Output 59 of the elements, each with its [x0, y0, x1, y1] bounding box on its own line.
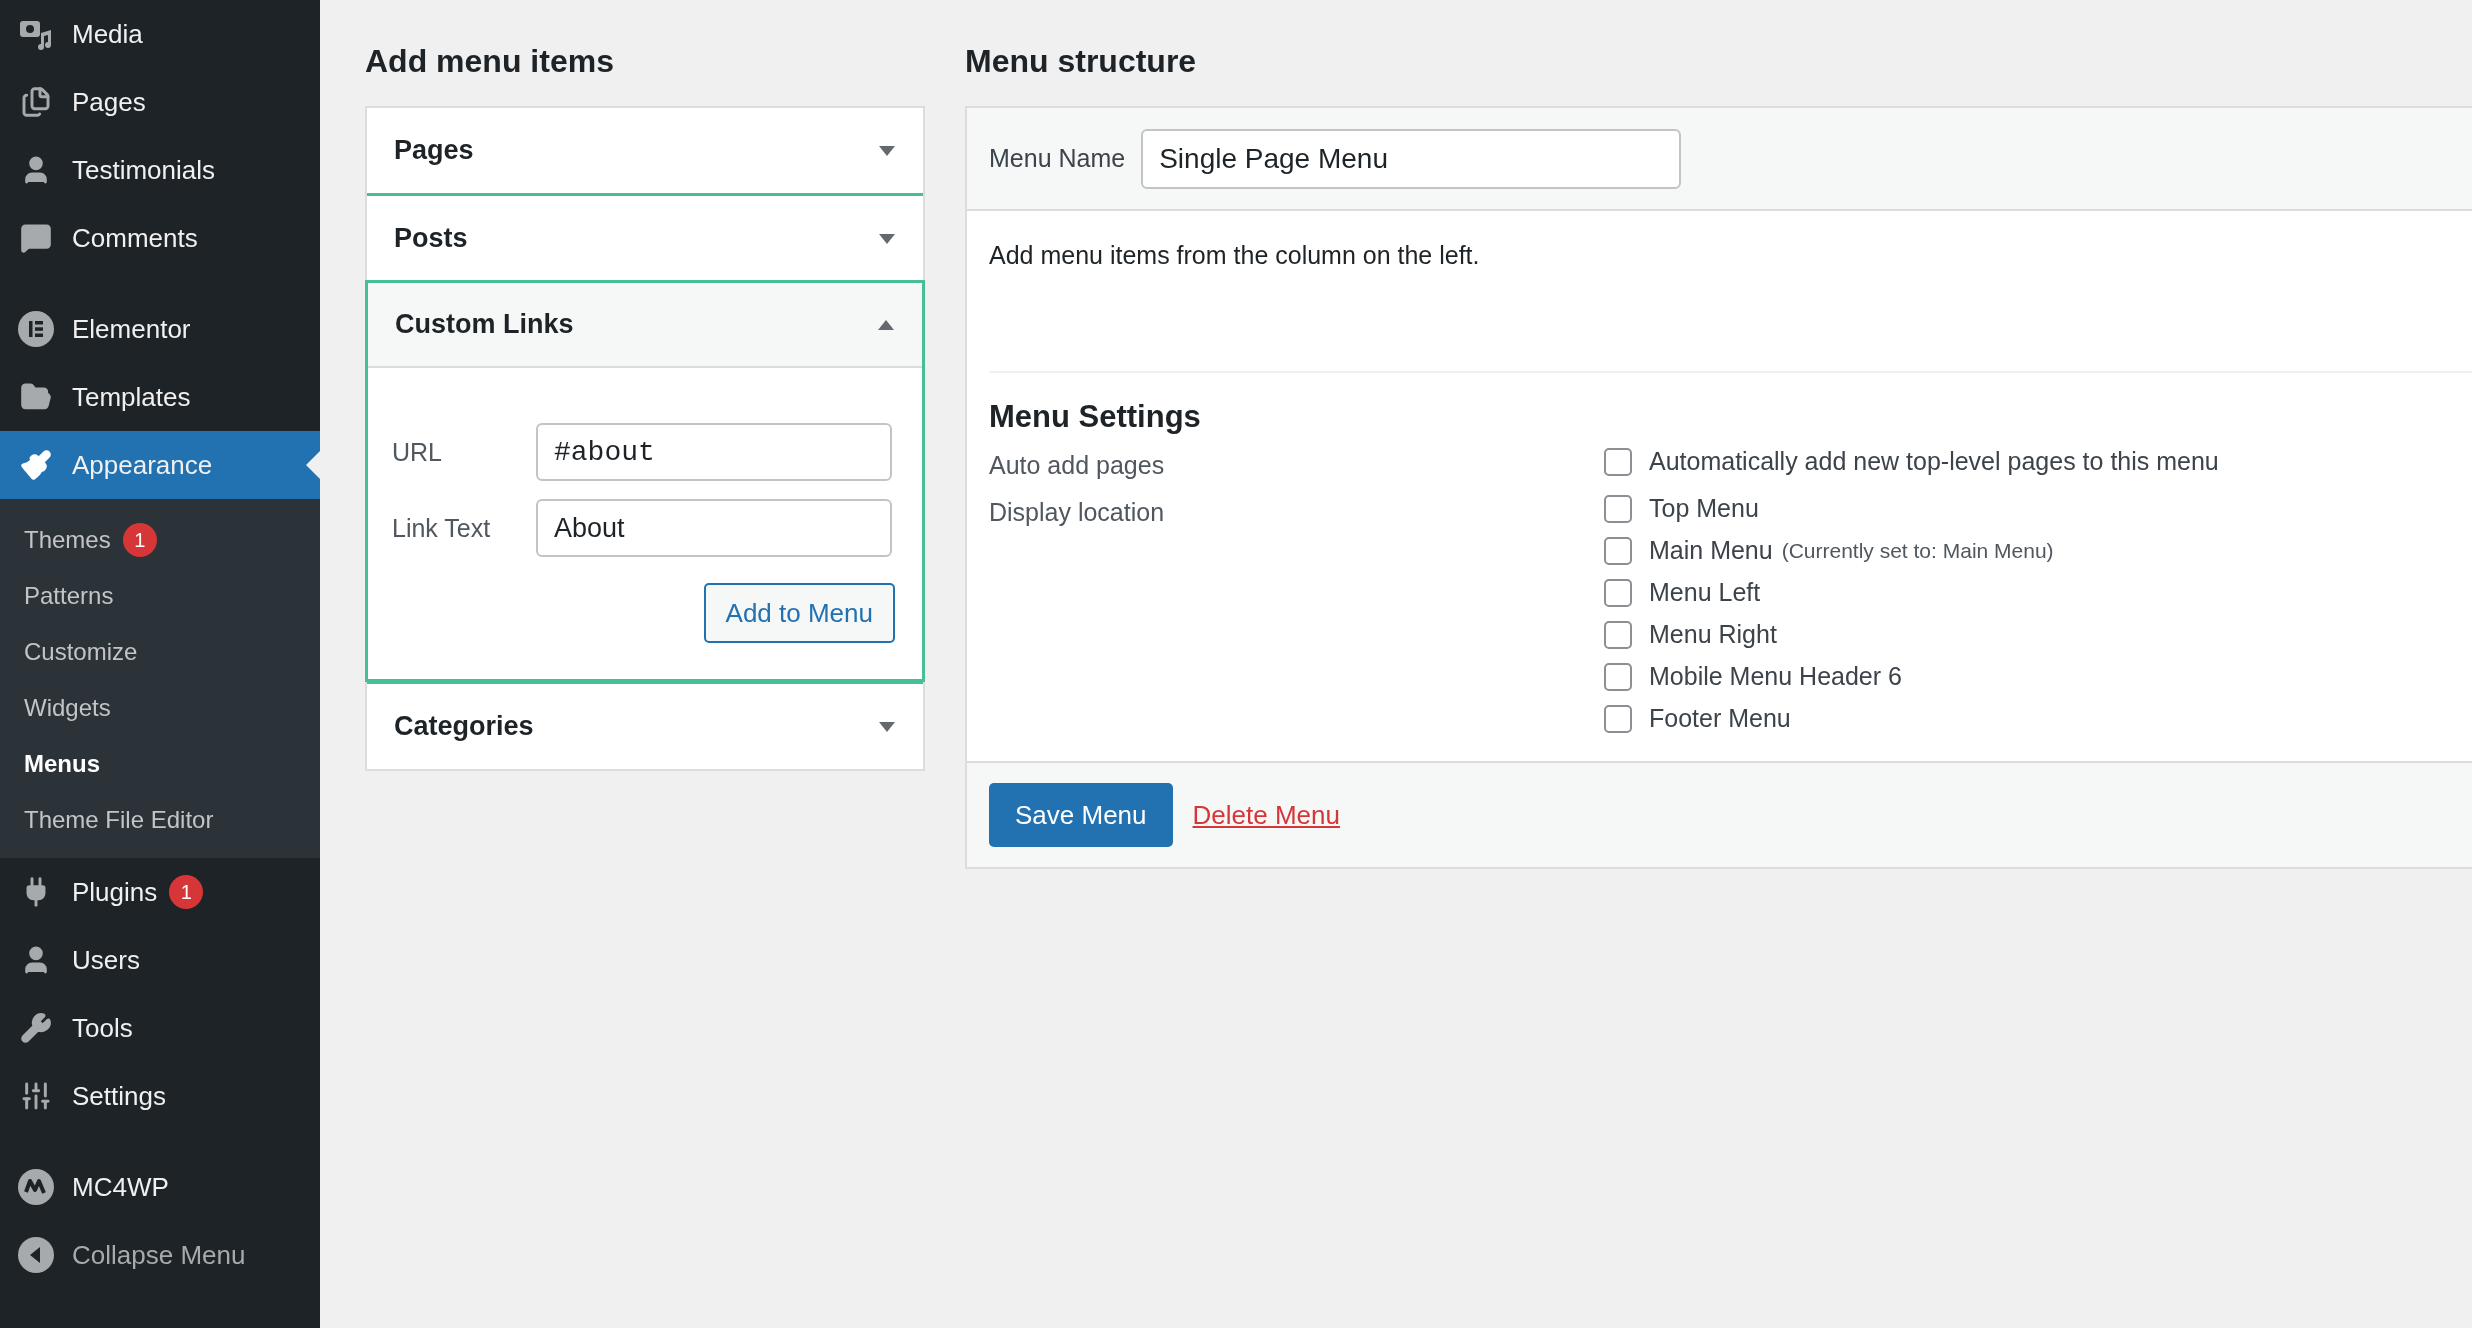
option-label: Menu Right — [1649, 620, 1777, 649]
caret-down-icon — [878, 232, 896, 245]
sidebar-item[interactable]: Settings — [0, 1062, 320, 1130]
option-label: Menu Left — [1649, 578, 1761, 607]
sidebar-item[interactable]: Pages — [0, 68, 320, 136]
caret-up-icon — [877, 318, 895, 331]
sidebar-item[interactable]: Comments — [0, 204, 320, 272]
option-label: Main Menu — [1649, 536, 1773, 565]
setting-label: Auto add pages — [989, 450, 1166, 480]
option-label: Automatically add new top-level pages to this menu — [1649, 447, 2219, 476]
menu-name-field[interactable]: Single Page Menu — [1141, 128, 1682, 189]
caret-down-icon — [878, 144, 896, 157]
sidebar-item[interactable]: Appearance — [0, 431, 320, 499]
letter-e-circle-icon — [16, 309, 56, 349]
settings-heading: Menu Settings — [989, 399, 1202, 435]
save-menu-button[interactable]: Save Menu — [989, 783, 1173, 847]
sidebar-item[interactable]: Plugins 1 — [0, 858, 320, 926]
checkbox[interactable] — [1604, 620, 1632, 649]
setting-label: Display location — [989, 497, 1166, 528]
submenu-item[interactable]: Themes 1 — [0, 512, 320, 568]
field-label: URL — [392, 437, 443, 467]
logo-circle-icon — [16, 1167, 56, 1207]
sidebar-item[interactable]: MC4WP — [0, 1153, 320, 1221]
delete-menu-link[interactable]: Delete Menu — [1192, 799, 1340, 831]
current-pointer-icon — [306, 451, 320, 479]
option-label: Footer Menu — [1649, 704, 1791, 733]
submenu-item[interactable]: Widgets — [0, 680, 320, 736]
sidebar-item[interactable]: Templates — [0, 363, 320, 431]
count-badge: 1 — [169, 875, 204, 909]
count-badge: 1 — [122, 523, 157, 557]
section-heading: Add menu items — [365, 41, 615, 81]
submenu-item[interactable]: Menus — [0, 736, 320, 792]
checkbox[interactable] — [1604, 578, 1632, 607]
field-label: Menu Name — [989, 144, 1126, 173]
sidebar-item[interactable]: Elementor — [0, 295, 320, 363]
sidebar-item[interactable]: Tools — [0, 994, 320, 1062]
text-field[interactable]: About — [536, 499, 892, 557]
accordion-header[interactable]: Custom Links — [368, 283, 922, 368]
field-label: Link Text — [392, 513, 492, 543]
hint-text: Add menu items from the column on the left. — [989, 241, 2472, 373]
sidebar-item[interactable]: Collapse Menu — [0, 1221, 320, 1289]
caret-down-icon — [878, 720, 896, 733]
url-field[interactable]: #about — [536, 423, 892, 481]
option-note: (Currently set to: Main Menu) — [1781, 538, 2054, 563]
sidebar-item[interactable]: Testimonials — [0, 136, 320, 204]
submenu-item[interactable]: Patterns — [0, 568, 320, 624]
add-to-menu-button[interactable]: Add to Menu — [703, 583, 895, 643]
checkbox[interactable] — [1604, 447, 1632, 476]
checkbox[interactable] — [1604, 704, 1632, 733]
section-heading: Menu structure — [965, 41, 1198, 81]
sidebar-item[interactable]: Users — [0, 926, 320, 994]
checkbox[interactable] — [1604, 662, 1632, 691]
option-label: Mobile Menu Header 6 — [1649, 662, 1902, 691]
submenu-item[interactable]: Theme File Editor — [0, 792, 320, 848]
checkbox[interactable] — [1604, 494, 1632, 523]
checkbox[interactable] — [1604, 536, 1632, 565]
option-label: Top Menu — [1649, 494, 1759, 523]
submenu-item[interactable]: Customize — [0, 624, 320, 680]
sidebar-item[interactable]: Media — [0, 0, 320, 68]
